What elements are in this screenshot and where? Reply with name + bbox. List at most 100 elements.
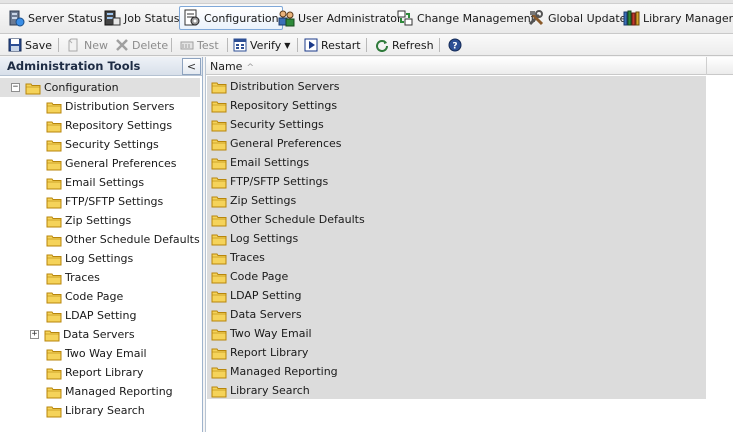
toolbar-separator xyxy=(171,38,172,52)
grid-row[interactable]: Other Schedule Defaults xyxy=(211,210,365,229)
save-button[interactable]: Save xyxy=(8,36,52,54)
tree-item-label: Security Settings xyxy=(65,138,159,151)
tree-item-traces[interactable]: Traces xyxy=(0,268,100,287)
grid-row[interactable]: LDAP Setting xyxy=(211,286,301,305)
save-icon xyxy=(8,38,22,52)
grid-row[interactable]: Zip Settings xyxy=(211,191,296,210)
folder-icon xyxy=(46,233,62,247)
change-management-icon xyxy=(396,9,414,27)
delete-icon xyxy=(115,38,129,52)
nav-configuration[interactable]: Configuration xyxy=(179,6,283,30)
grid-row[interactable]: Distribution Servers xyxy=(211,77,339,96)
tree-item-security-settings[interactable]: Security Settings xyxy=(0,135,159,154)
tree-item-label: Log Settings xyxy=(65,252,134,265)
refresh-button[interactable]: Refresh xyxy=(375,36,434,54)
tree-item-ldap-setting[interactable]: LDAP Setting xyxy=(0,306,136,325)
tree-item-label: Managed Reporting xyxy=(65,385,173,398)
grid-body: Distribution Servers Repository Settings S… xyxy=(207,76,706,399)
chevron-down-icon: ▼ xyxy=(284,40,291,50)
tree-item-data-servers[interactable]: + Data Servers xyxy=(0,325,135,344)
tree-item-label: Repository Settings xyxy=(65,119,173,132)
grid-row[interactable]: Code Page xyxy=(211,267,288,286)
folder-icon xyxy=(211,365,227,379)
nav-global-update[interactable]: Global Update xyxy=(524,6,629,30)
folder-icon xyxy=(211,251,227,265)
grid-row[interactable]: Repository Settings xyxy=(211,96,337,115)
restart-button[interactable]: Restart xyxy=(304,36,361,54)
tree-item-distribution-servers[interactable]: Distribution Servers xyxy=(0,97,174,116)
folder-icon xyxy=(46,252,62,266)
tree-item-configuration[interactable]: − Configuration xyxy=(0,78,200,97)
column-resizer[interactable] xyxy=(706,57,707,75)
grid-row[interactable]: Email Settings xyxy=(211,153,309,172)
configuration-icon xyxy=(183,9,201,27)
tree-item-library-search[interactable]: Library Search xyxy=(0,401,145,420)
folder-icon xyxy=(46,347,62,361)
grid-row[interactable]: Library Search xyxy=(211,381,310,400)
restart-label: Restart xyxy=(321,38,361,52)
svg-text:?: ? xyxy=(452,42,457,52)
tree-item-zip-settings[interactable]: Zip Settings xyxy=(0,211,131,230)
verify-icon xyxy=(233,38,247,52)
grid-row-label: Other Schedule Defaults xyxy=(230,213,365,226)
grid-row[interactable]: Traces xyxy=(211,248,265,267)
toolbar-separator xyxy=(227,38,228,52)
grid-row-label: FTP/SFTP Settings xyxy=(230,175,329,188)
delete-label: Delete xyxy=(132,38,169,52)
nav-change-management[interactable]: Change Management xyxy=(393,6,538,30)
tree-item-log-settings[interactable]: Log Settings xyxy=(0,249,133,268)
grid-row-label: General Preferences xyxy=(230,137,342,150)
grid-row-label: Report Library xyxy=(230,346,309,359)
grid-row[interactable]: General Preferences xyxy=(211,134,342,153)
tree-item-repository-settings[interactable]: Repository Settings xyxy=(0,116,172,135)
tree-item-managed-reporting[interactable]: Managed Reporting xyxy=(0,382,173,401)
help-button[interactable]: ? xyxy=(448,36,462,54)
grid-row-label: Log Settings xyxy=(230,232,299,245)
nav-label: Configuration xyxy=(204,11,279,25)
nav-library-manager[interactable]: Library Manager xyxy=(619,6,733,30)
tree-item-label: Code Page xyxy=(65,290,124,303)
grid-row[interactable]: Security Settings xyxy=(211,115,324,134)
grid-row[interactable]: Managed Reporting xyxy=(211,362,338,381)
tree-item-code-page[interactable]: Code Page xyxy=(0,287,123,306)
name-column-header[interactable]: Name ^ xyxy=(210,60,254,73)
nav-server-status[interactable]: Server Status xyxy=(4,6,106,30)
collapse-tree-node-icon[interactable]: − xyxy=(11,83,20,92)
folder-icon xyxy=(211,175,227,189)
tree-item-label: Distribution Servers xyxy=(65,100,175,113)
grid-row[interactable]: Data Servers xyxy=(211,305,302,324)
grid-row[interactable]: Two Way Email xyxy=(211,324,312,343)
folder-icon xyxy=(211,384,227,398)
folder-icon xyxy=(46,138,62,152)
folder-icon xyxy=(46,157,62,171)
grid-row[interactable]: Report Library xyxy=(211,343,308,362)
verify-dropdown[interactable]: Verify ▼ xyxy=(233,36,290,54)
expand-tree-node-icon[interactable]: + xyxy=(30,330,39,339)
test-button[interactable]: Test xyxy=(180,36,219,54)
tree-item-email-settings[interactable]: Email Settings xyxy=(0,173,144,192)
grid-row-label: Zip Settings xyxy=(230,194,297,207)
delete-button[interactable]: Delete xyxy=(115,36,168,54)
tree-item-report-library[interactable]: Report Library xyxy=(0,363,143,382)
tree-item-other-schedule-defaults[interactable]: Other Schedule Defaults xyxy=(0,230,200,249)
test-label: Test xyxy=(197,38,219,52)
nav-label: User Administrator xyxy=(298,11,402,25)
grid-row[interactable]: Log Settings xyxy=(211,229,298,248)
new-icon xyxy=(67,38,81,52)
new-button[interactable]: New xyxy=(67,36,108,54)
folder-icon xyxy=(46,290,62,304)
nav-job-status[interactable]: Job Status xyxy=(100,6,183,30)
folder-icon xyxy=(46,404,62,418)
users-icon xyxy=(277,9,295,27)
grid-header: Name ^ xyxy=(206,57,733,75)
action-toolbar: Save New Delete Test Verify ▼ Restart Re… xyxy=(0,34,733,56)
nav-user-administrator[interactable]: User Administrator xyxy=(274,6,405,30)
collapse-panel-button[interactable]: < xyxy=(182,58,201,75)
tree-item-general-preferences[interactable]: General Preferences xyxy=(0,154,177,173)
grid-row[interactable]: FTP/SFTP Settings xyxy=(211,172,328,191)
library-icon xyxy=(622,9,640,27)
grid-row-label: Code Page xyxy=(230,270,289,283)
tree-item-two-way-email[interactable]: Two Way Email xyxy=(0,344,147,363)
nav-label: Change Management xyxy=(417,11,536,25)
tree-item-ftp-sftp-settings[interactable]: FTP/SFTP Settings xyxy=(0,192,163,211)
